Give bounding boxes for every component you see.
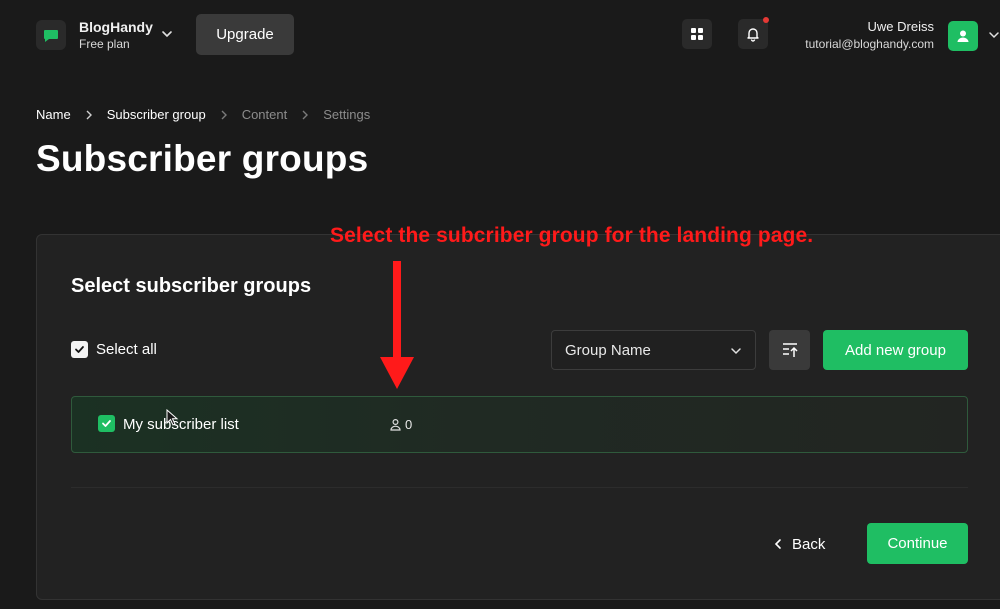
bell-icon [747, 28, 759, 42]
apps-button[interactable] [682, 19, 712, 49]
chevron-right-icon [71, 110, 107, 120]
grid-icon [691, 28, 703, 40]
chevron-right-icon [206, 110, 242, 120]
breadcrumb-item-content[interactable]: Content [242, 107, 288, 122]
group-subscriber-count: 0 [405, 417, 413, 432]
breadcrumb-item-settings[interactable]: Settings [323, 107, 370, 122]
breadcrumb-item-subscriber-group[interactable]: Subscriber group [107, 107, 206, 122]
breadcrumb-item-name[interactable]: Name [36, 107, 71, 122]
sort-order-button[interactable] [769, 330, 810, 370]
select-all-checkbox[interactable] [71, 341, 88, 358]
add-new-group-button[interactable]: Add new group [823, 330, 968, 370]
mouse-cursor-icon [166, 409, 179, 426]
sort-by-select-value: Group Name [565, 342, 651, 359]
check-icon [75, 346, 84, 353]
chevron-left-icon [774, 539, 781, 549]
chat-bubble-icon [44, 30, 58, 42]
group-checkbox[interactable] [98, 415, 115, 432]
chevron-down-icon[interactable] [160, 27, 174, 41]
chevron-down-icon [731, 348, 741, 355]
top-bar: BlogHandy Free plan Upgrade Uwe Dreiss t… [0, 0, 1000, 72]
breadcrumb: Name Subscriber group Content Settings [36, 107, 370, 122]
workspace-plan: Free plan [79, 37, 130, 51]
card-title: Select subscriber groups [71, 275, 312, 297]
user-name[interactable]: Uwe Dreiss [868, 19, 934, 34]
continue-button[interactable]: Continue [867, 523, 968, 564]
user-icon [390, 418, 401, 431]
back-label: Back [792, 535, 826, 553]
upgrade-button[interactable]: Upgrade [196, 14, 294, 55]
sort-by-select[interactable]: Group Name [551, 330, 756, 370]
annotation-text: Select the subcriber group for the landi… [330, 224, 814, 247]
check-icon [102, 420, 111, 427]
notification-dot [763, 17, 769, 23]
chevron-down-icon[interactable] [988, 29, 1000, 41]
user-email: tutorial@bloghandy.com [805, 37, 934, 51]
group-name: My subscriber list [123, 416, 239, 433]
notifications-button[interactable] [738, 19, 768, 49]
sort-ascending-icon [782, 343, 798, 357]
chevron-right-icon [287, 110, 323, 120]
card-divider [71, 487, 968, 488]
avatar[interactable] [948, 21, 978, 51]
arrow-down-icon [380, 261, 414, 389]
back-button[interactable]: Back [774, 532, 834, 556]
page-title: Subscriber groups [36, 138, 369, 179]
select-all-label[interactable]: Select all [96, 341, 157, 358]
workspace-logo[interactable] [36, 20, 66, 50]
user-icon [957, 30, 969, 42]
workspace-name[interactable]: BlogHandy [79, 19, 153, 35]
